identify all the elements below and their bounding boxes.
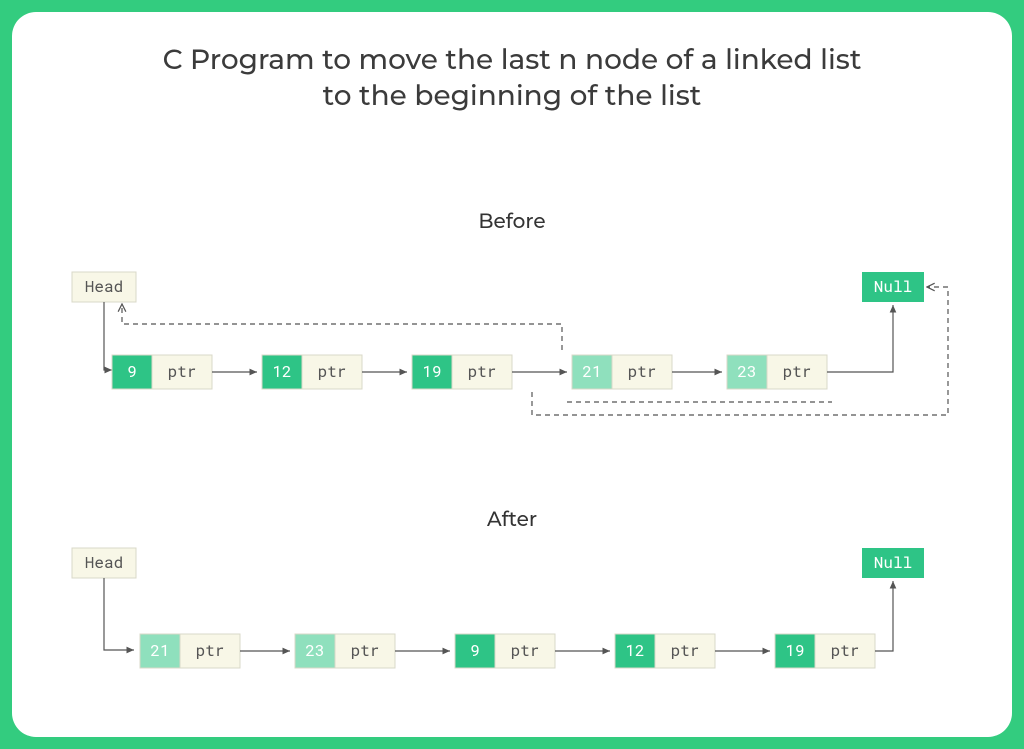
after-val-3: 12: [625, 640, 644, 661]
node-ptr-0: ptr: [168, 361, 197, 382]
after-diagram: Head Null 21 ptr 23 ptr 9 ptr 12 ptr 19 …: [12, 542, 1012, 712]
after-ptr-4: ptr: [831, 640, 860, 661]
node-0: 9 ptr: [112, 355, 212, 389]
dashed-new-head: [122, 304, 562, 350]
node-1: 12 ptr: [262, 355, 362, 389]
null-text-after: Null: [874, 552, 912, 573]
node-4: 23 ptr: [727, 355, 827, 389]
head-arrow-after: [104, 578, 134, 650]
before-label: Before: [12, 210, 1012, 234]
node-val-0: 9: [127, 361, 137, 382]
title-line-2: to the beginning of the list: [323, 79, 702, 113]
node-val-2: 19: [422, 361, 441, 382]
node-ptr-2: ptr: [468, 361, 497, 382]
after-ptr-0: ptr: [196, 640, 225, 661]
after-ptr-1: ptr: [351, 640, 380, 661]
after-node-2: 9 ptr: [455, 634, 555, 668]
node-2: 19 ptr: [412, 355, 512, 389]
node-val-4: 23: [737, 361, 756, 382]
node-ptr-3: ptr: [628, 361, 657, 382]
node-ptr-4: ptr: [783, 361, 812, 382]
before-diagram: Head Null 9 ptr 12 ptr 19 ptr 21 ptr 23 …: [12, 242, 1012, 452]
arrow-4-null: [827, 305, 893, 372]
node-ptr-1: ptr: [318, 361, 347, 382]
after-node-4: 19 ptr: [775, 634, 875, 668]
after-arrow-4-null-up: [875, 581, 893, 651]
null-text: Null: [874, 276, 912, 297]
node-3: 21 ptr: [572, 355, 672, 389]
after-ptr-3: ptr: [671, 640, 700, 661]
head-text: Head: [85, 276, 123, 297]
after-val-0: 21: [150, 640, 169, 661]
after-node-1: 23 ptr: [295, 634, 395, 668]
page-title: C Program to move the last n node of a l…: [12, 42, 1012, 115]
after-val-4: 19: [785, 640, 804, 661]
after-label: After: [12, 508, 1012, 532]
title-line-1: C Program to move the last n node of a l…: [163, 43, 862, 77]
node-val-1: 12: [272, 361, 291, 382]
after-node-0: 21 ptr: [140, 634, 240, 668]
after-ptr-2: ptr: [511, 640, 540, 661]
head-text-after: Head: [85, 552, 123, 573]
dashed-19-null: [532, 287, 948, 415]
after-val-2: 9: [470, 640, 480, 661]
head-arrow: [104, 302, 112, 370]
after-node-3: 12 ptr: [615, 634, 715, 668]
node-val-3: 21: [582, 361, 601, 382]
after-val-1: 23: [305, 640, 324, 661]
